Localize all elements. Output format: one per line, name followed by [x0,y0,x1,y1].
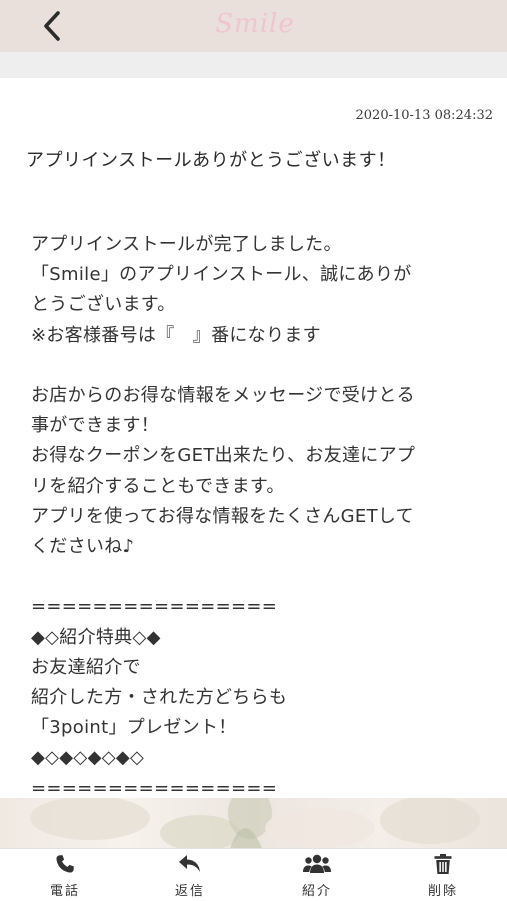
bottom-tab-bar: 電話 返信 紹介 削除 [0,848,507,901]
tab-introduce-label: 紹介 [301,884,332,899]
tab-introduce[interactable]: 紹介 [272,849,362,901]
app-logo: Smile [215,9,295,39]
back-button[interactable] [30,6,74,46]
flower-image [30,798,480,848]
trash-icon [434,854,452,874]
tab-phone-label: 電話 [49,884,80,899]
tab-delete-label: 削除 [427,884,458,899]
chevron-left-icon [44,11,60,41]
tab-reply-label: 返信 [174,884,205,899]
background-photo [0,798,507,848]
tab-delete[interactable]: 削除 [398,849,488,901]
users-icon [303,854,331,873]
message-title: アプリインストールありがとうございます！ [26,150,396,171]
phone-icon [56,855,74,873]
message-body: アプリインストールが完了しました。 「Smile」のアプリインストール、誠にあり… [31,234,416,798]
header-spacer [0,52,507,78]
app-header: Smile [0,0,507,52]
reply-icon [179,855,200,872]
message-timestamp: 2020-10-13 08:24:32 [355,108,493,123]
tab-reply[interactable]: 返信 [145,849,235,901]
message-view: 2020-10-13 08:24:32 アプリインストールありがとうございます！… [0,78,507,798]
tab-phone[interactable]: 電話 [20,849,110,901]
